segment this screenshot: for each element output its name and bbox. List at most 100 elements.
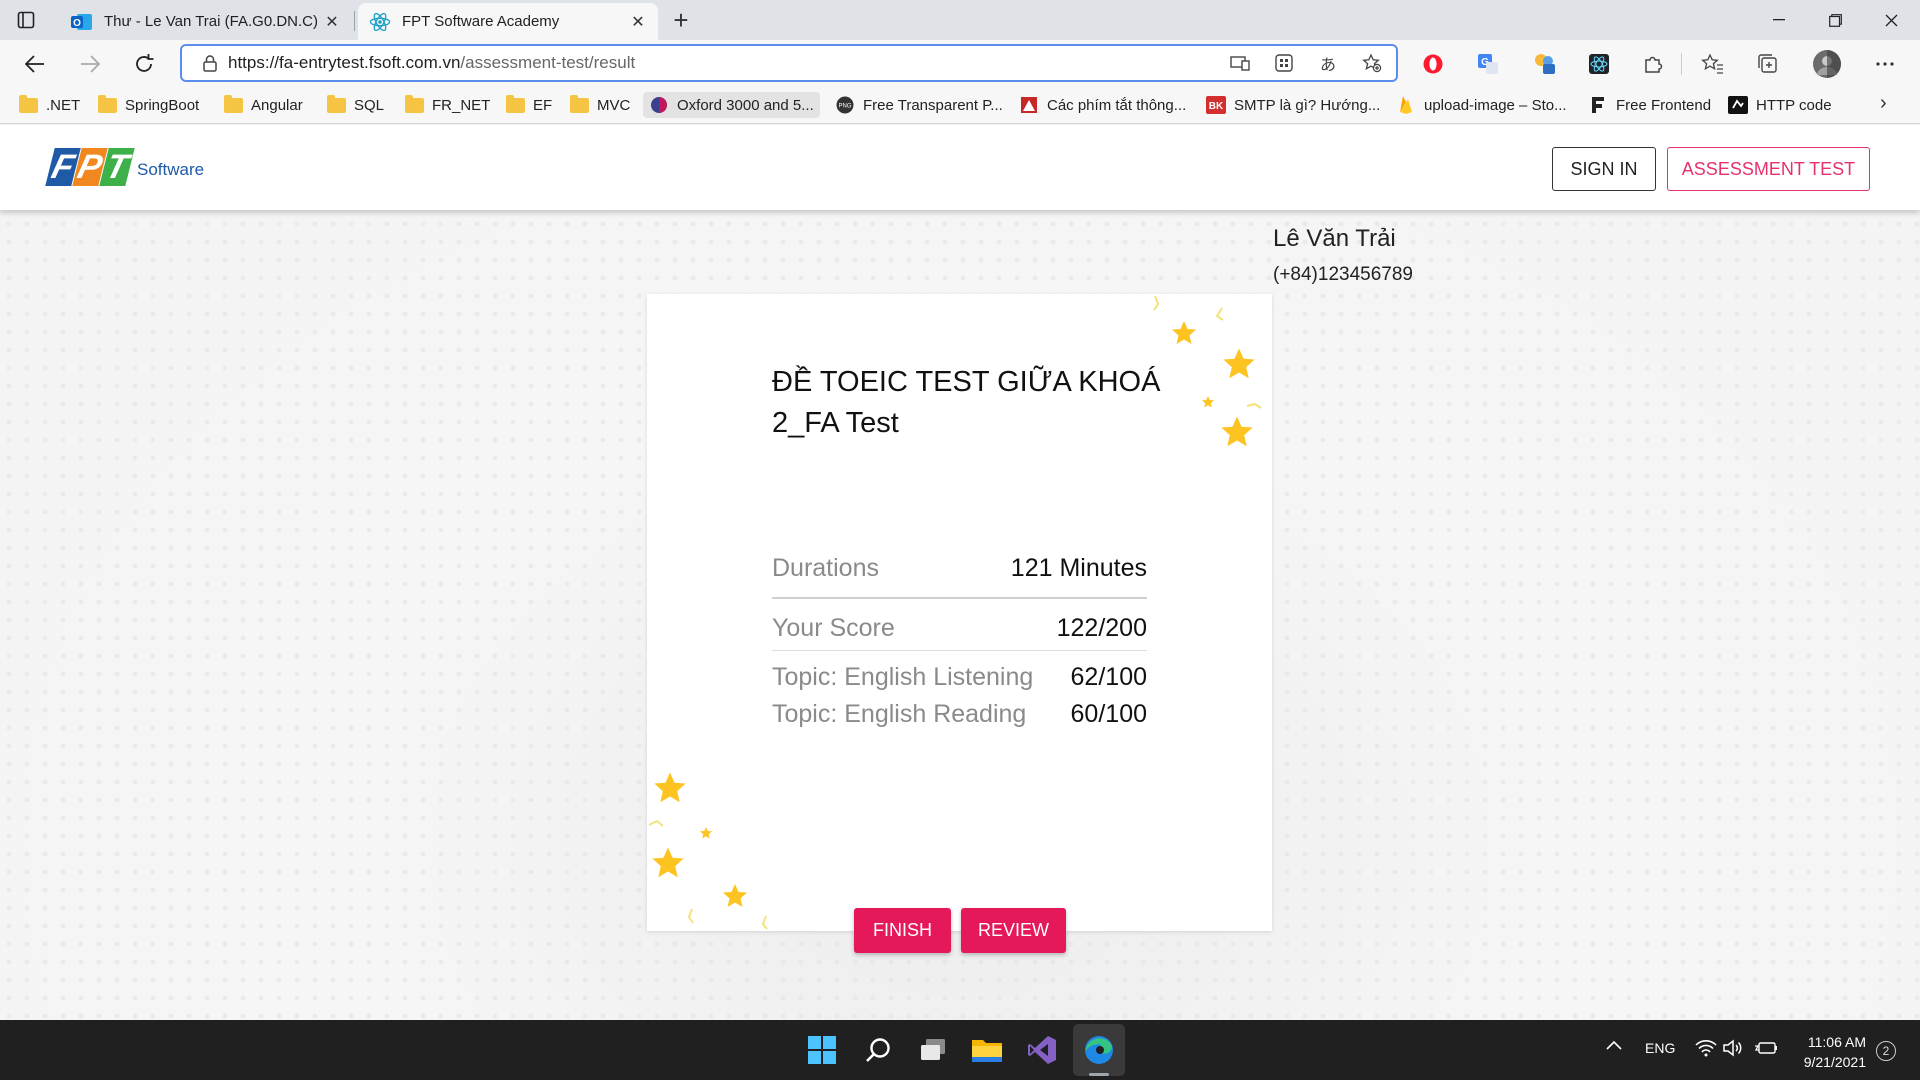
bookmark-png[interactable]: PNG Free Transparent P... [835,92,1003,118]
folder-icon [505,94,525,114]
translate-icon[interactable]: あ [1316,51,1340,75]
clock-date: 9/21/2021 [1803,1054,1866,1070]
close-icon[interactable]: ✕ [628,12,648,32]
topic-score: 62/100 [1070,663,1147,691]
tab-fpt-academy[interactable]: FPT Software Academy ✕ [358,3,658,40]
react-devtools-extension-icon[interactable] [1586,51,1612,77]
lock-icon[interactable] [192,54,228,72]
fpt-software-logo[interactable]: F P T Software [45,147,205,187]
taskbar: ENG 11:06 AM 9/21/2021 2 [0,1020,1920,1080]
sign-in-button[interactable]: SIGN IN [1552,147,1656,191]
bookmark-label: SQL [354,96,385,114]
tab-title: Thư - Le Van Trai (FA.G0.DN.C) - Outlook [104,13,322,30]
maximize-button[interactable] [1806,0,1864,40]
minimize-button[interactable] [1750,0,1808,40]
bookmark-smtp[interactable]: BK SMTP là gì? Hướng... [1206,92,1380,118]
opera-extension-icon[interactable] [1420,51,1446,77]
topic-label: Topic: English Reading [772,700,1027,728]
extensions-puzzle-icon[interactable] [1640,51,1666,77]
png-icon: PNG [835,96,855,114]
bookmark-free-frontend[interactable]: Free Frontend [1588,92,1711,118]
close-icon[interactable]: ✕ [322,12,342,32]
forward-button[interactable] [75,49,105,79]
bookmark-label: .NET [46,96,81,114]
url-text[interactable]: https://fa-entrytest.fsoft.com.vn/assess… [228,53,1228,73]
bookmark-folder-net[interactable]: .NET [18,92,80,118]
user-name: Lê Văn Trải [1273,225,1396,252]
bookmark-http-code[interactable]: HTTP code [1728,92,1832,118]
profile-avatar[interactable] [1812,49,1842,79]
finish-button[interactable]: FINISH [854,908,951,953]
tab-outlook[interactable]: O Thư - Le Van Trai (FA.G0.DN.C) - Outlo… [60,3,352,40]
bookmark-folder-fr-net[interactable]: FR_NET [404,92,490,118]
bookmark-label: SpringBoot [125,96,200,114]
edge-browser-icon[interactable] [1083,1034,1115,1066]
language-indicator[interactable]: ENG [1645,1040,1675,1056]
folder-icon [404,94,424,114]
add-favorite-icon[interactable] [1360,51,1384,75]
bookmark-label: EF [533,96,553,114]
bookmark-folder-angular[interactable]: Angular [223,92,303,118]
toolbar-divider [1681,53,1682,75]
google-translate-extension-icon[interactable]: G [1475,51,1501,77]
visual-studio-icon[interactable] [1026,1034,1058,1066]
bookmark-upload-image[interactable]: upload-image – Sto... [1396,92,1567,118]
topic-label: Topic: English Listening [772,663,1034,691]
topic-row-reading: Topic: English Reading 60/100 [772,700,1147,729]
bookmark-folder-ef[interactable]: EF [505,92,552,118]
site-icon [1019,96,1039,114]
bookmark-label: HTTP code [1756,96,1832,114]
bookmark-folder-mvc[interactable]: MVC [569,92,630,118]
score-row: Your Score 122/200 [772,614,1147,643]
duration-value: 121 Minutes [1010,554,1147,582]
bookmark-label: Các phím tắt thông... [1047,96,1187,114]
windows-start-icon[interactable] [806,1034,838,1066]
logo-subtext: Software [137,160,205,179]
taskbar-clock[interactable]: 11:06 AM 9/21/2021 [1786,1032,1866,1072]
file-explorer-icon[interactable] [971,1034,1003,1066]
bookmark-label: Angular [251,96,303,114]
bookmark-folder-sql[interactable]: SQL [326,92,384,118]
svg-text:O: O [73,18,81,29]
collections-icon[interactable] [1755,51,1781,77]
assessment-test-button[interactable]: ASSESSMENT TEST [1667,147,1870,191]
svg-text:BK: BK [1209,101,1224,112]
bookmark-folder-springboot[interactable]: SpringBoot [97,92,199,118]
color-picker-extension-icon[interactable] [1532,51,1558,77]
settings-more-icon[interactable] [1872,51,1898,77]
new-tab-button[interactable]: + [668,7,694,34]
close-window-button[interactable] [1862,0,1920,40]
folder-icon [569,94,589,114]
svg-text:PNG: PNG [838,104,851,110]
search-icon[interactable] [862,1034,894,1066]
bookmark-label: Free Transparent P... [863,96,1003,114]
review-button[interactable]: REVIEW [961,908,1066,953]
refresh-button[interactable] [129,49,159,79]
bookmark-label: MVC [597,96,631,114]
bookmark-shortcuts[interactable]: Các phím tắt thông... [1019,92,1186,118]
apps-grid-icon[interactable] [1272,51,1296,75]
bookmark-oxford[interactable]: Oxford 3000 and 5... [643,92,820,118]
bookmark-label: Free Frontend [1616,96,1712,114]
outlook-icon: O [70,10,94,34]
task-view-icon[interactable] [917,1034,949,1066]
score-label: Your Score [772,614,895,642]
stars-decoration-bottom-icon [648,772,768,930]
volume-icon[interactable] [1722,1039,1744,1060]
favorites-icon[interactable] [1700,51,1726,77]
back-button[interactable] [20,49,50,79]
wifi-icon[interactable] [1695,1039,1717,1060]
app-available-icon[interactable] [1228,51,1252,75]
react-icon [368,10,392,34]
battery-icon[interactable] [1754,1040,1778,1059]
user-phone: (+84)123456789 [1273,264,1413,285]
notification-badge[interactable]: 2 [1876,1041,1896,1061]
chevron-right-icon[interactable]: › [1880,92,1887,115]
address-bar[interactable]: https://fa-entrytest.fsoft.com.vn/assess… [180,44,1398,82]
tab-actions-icon[interactable] [14,8,38,32]
chevron-up-icon[interactable] [1605,1038,1623,1054]
test-title: ĐỀ TOEIC TEST GIỮA KHOÁ 2_FA Test [772,366,1161,439]
folder-icon [223,94,243,114]
clock-time: 11:06 AM [1807,1034,1866,1050]
active-app-indicator [1089,1073,1109,1076]
